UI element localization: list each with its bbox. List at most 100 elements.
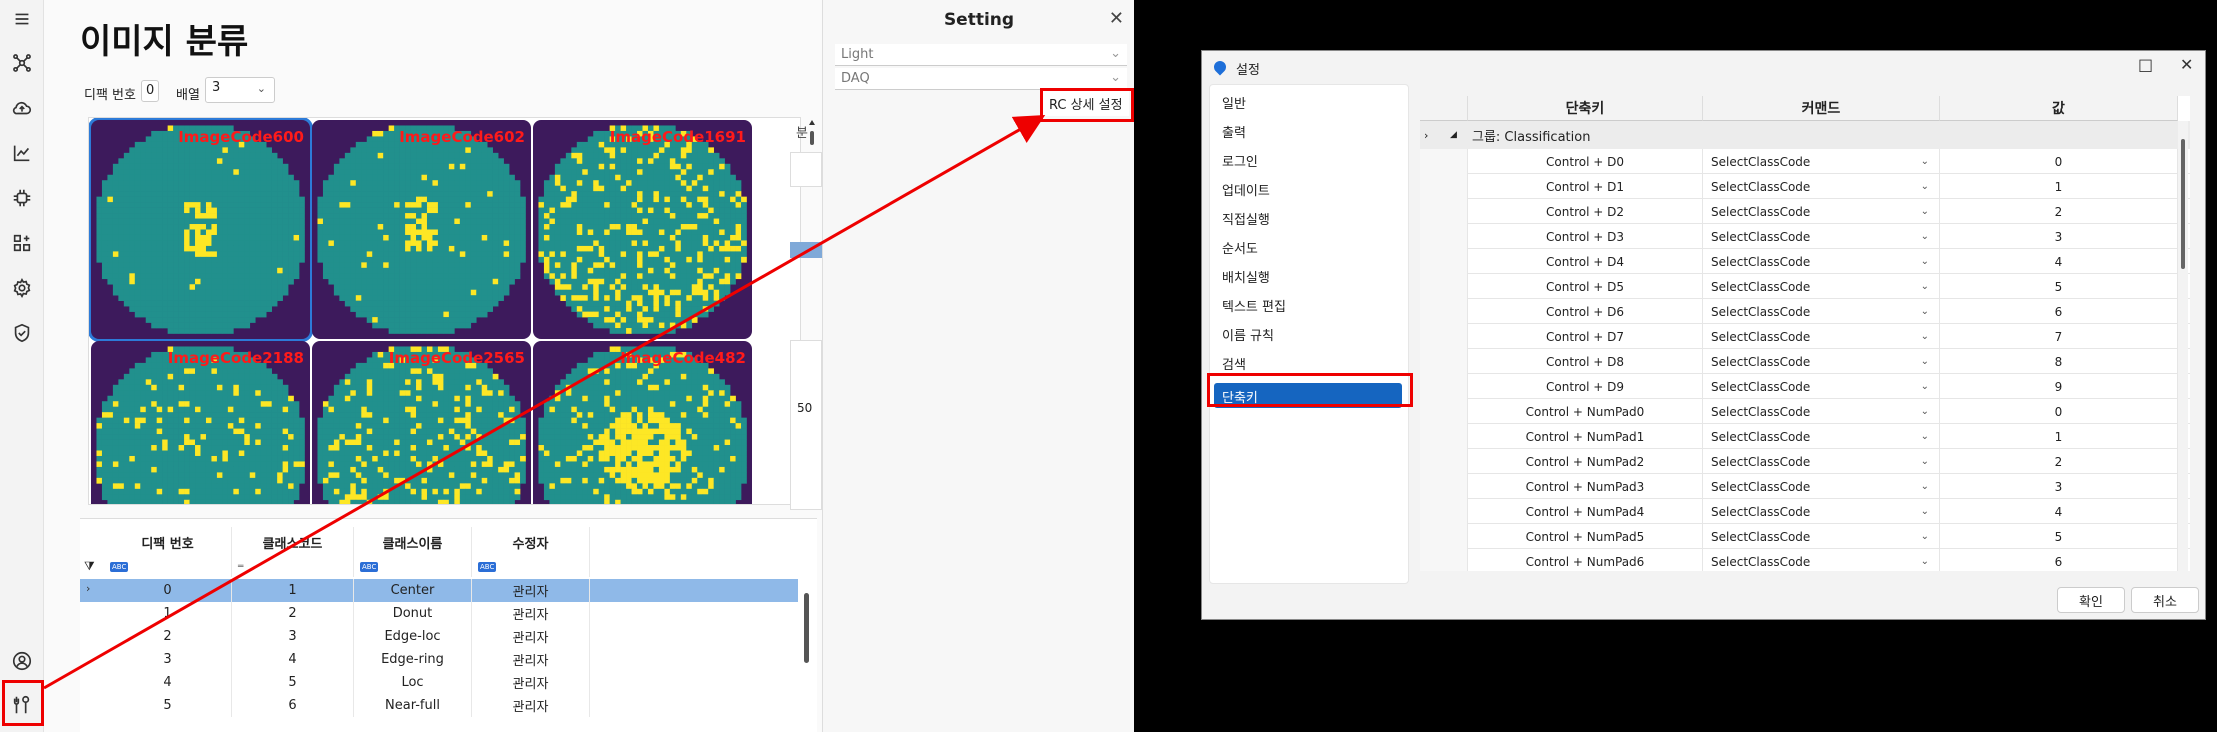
shortcut-row[interactable]: Control + D7 SelectClassCode ⌄ 7 [1420,324,2190,349]
shortcut-value[interactable]: 1 [1940,174,2178,199]
shield-check-icon[interactable] [9,320,35,346]
shortcut-row[interactable]: Control + NumPad4 SelectClassCode ⌄ 4 [1420,499,2190,524]
ok-button[interactable]: 확인 [2057,587,2125,613]
command-select[interactable]: SelectClassCode ⌄ [1703,149,1940,174]
cloud-upload-icon[interactable] [9,95,35,121]
command-select[interactable]: SelectClassCode ⌄ [1703,299,1940,324]
shortcut-value[interactable]: 6 [1940,299,2178,324]
nav-item[interactable]: 일반 [1222,93,1246,112]
chip-icon[interactable] [9,185,35,211]
shortcut-value[interactable]: 4 [1940,249,2178,274]
shortcut-row[interactable]: Control + NumPad6 SelectClassCode ⌄ 6 [1420,549,2190,571]
user-circle-icon[interactable] [9,648,35,674]
shortcut-row[interactable]: Control + D3 SelectClassCode ⌄ 3 [1420,224,2190,249]
shortcut-row[interactable]: Control + D5 SelectClassCode ⌄ 5 [1420,274,2190,299]
column-header[interactable]: 단축키 [1468,96,1703,121]
network-icon[interactable] [9,50,35,76]
nav-item[interactable]: 출력 [1222,122,1246,141]
close-icon[interactable]: ✕ [1109,8,1124,29]
shortcut-row[interactable]: Control + NumPad3 SelectClassCode ⌄ 3 [1420,474,2190,499]
command-select[interactable]: SelectClassCode ⌄ [1703,274,1940,299]
table-row[interactable]: 4 5 Loc 관리자 [80,671,798,694]
table-row[interactable]: › 0 1 Center 관리자 [80,579,798,602]
shortcut-row[interactable]: Control + D9 SelectClassCode ⌄ 9 [1420,374,2190,399]
expand-icon[interactable]: › [1424,129,1428,142]
shortcut-value[interactable]: 3 [1940,474,2178,499]
daq-select[interactable]: DAQ ⌄ [835,68,1127,90]
cancel-button[interactable]: 취소 [2131,587,2199,613]
column-header[interactable]: 값 [1940,96,2178,121]
table-row[interactable]: 2 3 Edge-loc 관리자 [80,625,798,648]
nav-item[interactable]: 텍스트 편집 [1222,296,1286,315]
array-select[interactable]: 3 ⌄ [205,77,275,103]
theme-select[interactable]: Light ⌄ [835,44,1127,66]
filter-icon[interactable]: ⧩ [84,559,95,574]
command-select[interactable]: SelectClassCode ⌄ [1703,249,1940,274]
shortcut-row[interactable]: Control + D6 SelectClassCode ⌄ 6 [1420,299,2190,324]
shortcut-row[interactable]: Control + D8 SelectClassCode ⌄ 8 [1420,349,2190,374]
apps-add-icon[interactable] [9,230,35,256]
shortcut-value[interactable]: 0 [1940,149,2178,174]
column-header[interactable]: 커맨드 [1703,96,1940,121]
shortcut-value[interactable]: 7 [1940,324,2178,349]
nav-item[interactable]: 이름 규칙 [1222,325,1274,344]
shortcut-row[interactable]: Control + NumPad5 SelectClassCode ⌄ 5 [1420,524,2190,549]
shortcut-value[interactable]: 5 [1940,274,2178,299]
shortcut-row[interactable]: Control + D2 SelectClassCode ⌄ 2 [1420,199,2190,224]
command-select[interactable]: SelectClassCode ⌄ [1703,174,1940,199]
shortcut-value[interactable]: 6 [1940,549,2178,571]
wafer-tile[interactable]: ImageCode2565 [312,341,531,504]
command-select[interactable]: SelectClassCode ⌄ [1703,399,1940,424]
menu-icon[interactable] [9,6,35,32]
defect-number-input[interactable]: 0 [141,80,159,102]
command-select[interactable]: SelectClassCode ⌄ [1703,499,1940,524]
shortcut-value[interactable]: 8 [1940,349,2178,374]
nav-item[interactable]: 검색 [1222,354,1246,373]
wafer-tile[interactable]: ImageCode2188 [91,341,310,504]
nav-item[interactable]: 로그인 [1222,151,1258,170]
command-select[interactable]: SelectClassCode ⌄ [1703,449,1940,474]
shortcut-value[interactable]: 0 [1940,399,2178,424]
nav-item[interactable]: 배치실행 [1222,267,1270,286]
close-icon[interactable]: ✕ [2180,55,2193,74]
command-select[interactable]: SelectClassCode ⌄ [1703,374,1940,399]
filter-row[interactable]: ⧩ ABC ABC ABC ═ [80,557,798,577]
shortcut-value[interactable]: 9 [1940,374,2178,399]
shortcut-row[interactable]: Control + NumPad0 SelectClassCode ⌄ 0 [1420,399,2190,424]
table-scrollbar[interactable] [802,583,810,723]
table-row[interactable]: 1 2 Donut 관리자 [80,602,798,625]
nav-item[interactable]: 업데이트 [1222,180,1270,199]
shortcut-row[interactable]: Control + D1 SelectClassCode ⌄ 1 [1420,174,2190,199]
gear-icon[interactable] [9,275,35,301]
shortcut-value[interactable]: 4 [1940,499,2178,524]
command-select[interactable]: SelectClassCode ⌄ [1703,524,1940,549]
command-select[interactable]: SelectClassCode ⌄ [1703,549,1940,571]
chart-line-icon[interactable] [9,140,35,166]
command-select[interactable]: SelectClassCode ⌄ [1703,224,1940,249]
shortcut-value[interactable]: 1 [1940,424,2178,449]
shortcut-value[interactable]: 2 [1940,199,2178,224]
command-select[interactable]: SelectClassCode ⌄ [1703,424,1940,449]
shortcut-value[interactable]: 3 [1940,224,2178,249]
command-select[interactable]: SelectClassCode ⌄ [1703,474,1940,499]
wafer-tile[interactable]: ImageCode600 [91,120,310,339]
grid-scrollbar[interactable] [2178,121,2188,571]
wafer-tile[interactable]: ImageCode602 [312,120,531,339]
shortcut-row[interactable]: Control + D0 SelectClassCode ⌄ 0 [1420,149,2190,174]
shortcut-row[interactable]: Control + NumPad2 SelectClassCode ⌄ 2 [1420,449,2190,474]
wafer-tile[interactable]: ImageCode482 [533,341,752,504]
command-select[interactable]: SelectClassCode ⌄ [1703,199,1940,224]
shortcut-row[interactable]: Control + NumPad1 SelectClassCode ⌄ 1 [1420,424,2190,449]
shortcut-row[interactable]: Control + D4 SelectClassCode ⌄ 4 [1420,249,2190,274]
nav-item[interactable]: 직접실행 [1222,209,1270,228]
maximize-icon[interactable]: □ [2138,55,2153,74]
collapse-icon[interactable]: ◢ [1450,130,1457,140]
shortcut-value[interactable]: 5 [1940,524,2178,549]
wafer-tile[interactable]: ImageCode1691 [533,120,752,339]
group-row[interactable]: › ◢ 그룹: Classification [1420,121,2190,149]
table-row[interactable]: 5 6 Near-full 관리자 [80,694,798,717]
nav-item[interactable]: 순서도 [1222,238,1258,257]
table-row[interactable]: 3 4 Edge-ring 관리자 [80,648,798,671]
shortcut-value[interactable]: 2 [1940,449,2178,474]
command-select[interactable]: SelectClassCode ⌄ [1703,349,1940,374]
